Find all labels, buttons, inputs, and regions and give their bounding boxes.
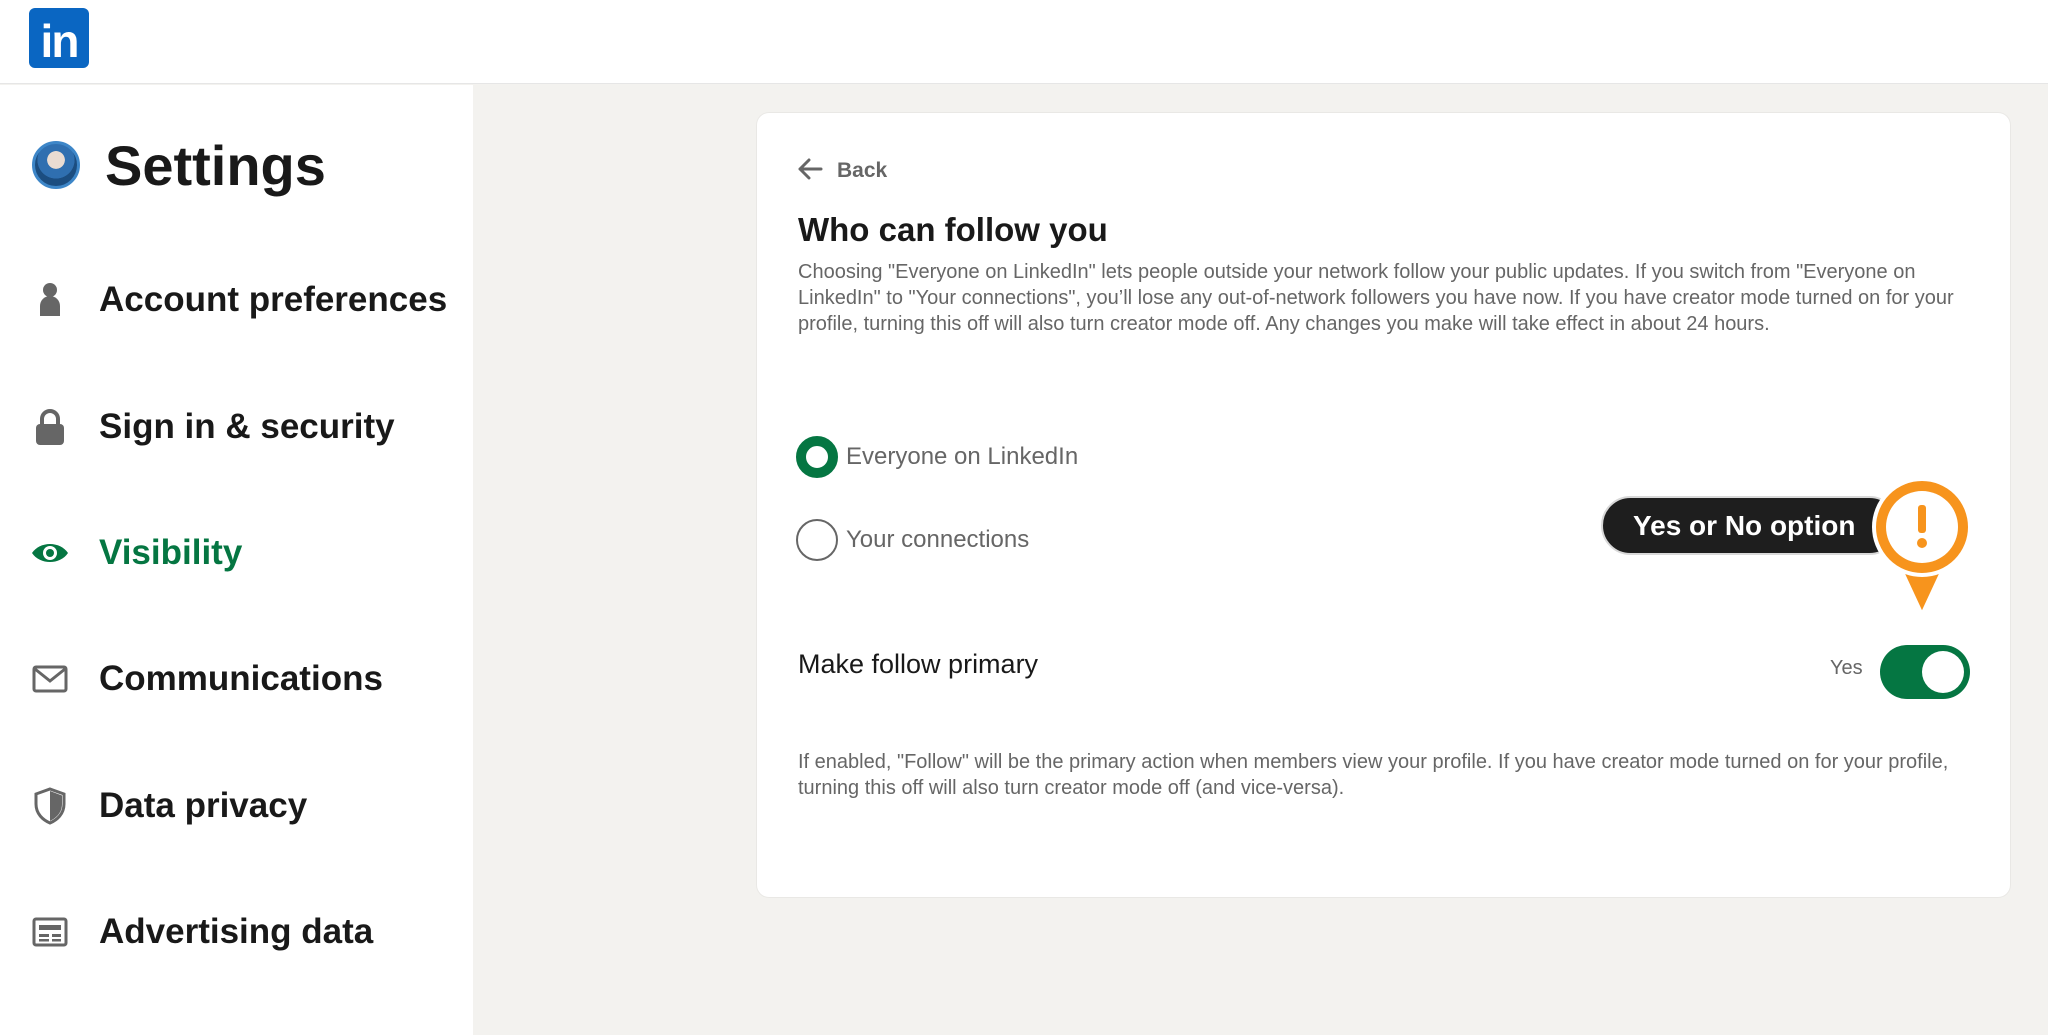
person-icon xyxy=(30,280,70,320)
toggle-knob xyxy=(1922,651,1964,693)
linkedin-logo[interactable]: in xyxy=(29,8,89,68)
sidebar-item-label: Visibility xyxy=(99,533,243,572)
radio-button-selected[interactable] xyxy=(796,436,838,478)
arrow-left-icon xyxy=(797,158,823,185)
top-bar: in xyxy=(0,0,2048,84)
follow-primary-note: If enabled, "Follow" will be the primary… xyxy=(798,751,1949,799)
section-heading: Who can follow you xyxy=(798,211,1108,248)
envelope-icon xyxy=(30,659,70,699)
radio-everyone-on-linkedin[interactable]: Everyone on LinkedIn xyxy=(796,435,1078,479)
sidebar-item-data-privacy[interactable]: Data privacy xyxy=(30,776,307,836)
logo-text: in xyxy=(40,15,80,67)
settings-sidebar: Settings Account preferences Sign in & s… xyxy=(0,85,473,1035)
sidebar-item-communications[interactable]: Communications xyxy=(30,649,383,709)
eye-icon xyxy=(30,533,70,573)
make-follow-primary-toggle[interactable] xyxy=(1880,645,1970,699)
settings-header: Settings xyxy=(32,125,326,205)
make-follow-primary-label: Make follow primary xyxy=(798,649,1039,679)
sidebar-item-visibility[interactable]: Visibility xyxy=(30,523,242,583)
back-button[interactable]: Back xyxy=(797,151,887,191)
sidebar-item-label: Account preferences xyxy=(99,280,448,319)
exclamation-pin-icon xyxy=(1870,475,1974,620)
sidebar-item-label: Communications xyxy=(99,659,383,698)
sidebar-item-label: Advertising data xyxy=(99,912,374,951)
callout-text: Yes or No option xyxy=(1633,509,1856,541)
annotation-callout: Yes or No option xyxy=(1601,496,1899,555)
radio-label: Your connections xyxy=(846,526,1030,553)
back-label: Back xyxy=(837,159,888,182)
radio-button[interactable] xyxy=(796,519,838,561)
lock-icon xyxy=(30,407,70,447)
page-title: Settings xyxy=(105,133,326,197)
sidebar-item-account-preferences[interactable]: Account preferences xyxy=(30,270,447,330)
sidebar-item-advertising-data[interactable]: Advertising data xyxy=(30,902,373,962)
sidebar-item-sign-in-security[interactable]: Sign in & security xyxy=(30,397,395,457)
radio-your-connections[interactable]: Your connections xyxy=(796,518,1029,562)
sidebar-item-label: Data privacy xyxy=(99,786,308,825)
newspaper-icon xyxy=(30,912,70,952)
section-description: Choosing "Everyone on LinkedIn" lets peo… xyxy=(798,261,1954,335)
radio-label: Everyone on LinkedIn xyxy=(846,443,1079,470)
toggle-state-label: Yes xyxy=(1830,657,1863,679)
shield-icon xyxy=(30,786,70,826)
sidebar-item-label: Sign in & security xyxy=(99,407,395,446)
avatar[interactable] xyxy=(32,141,80,189)
